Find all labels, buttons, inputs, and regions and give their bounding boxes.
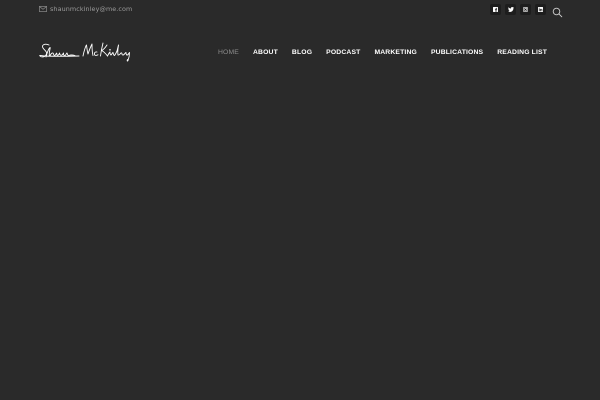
top-bar: shaunmckinley@me.com — [0, 0, 600, 20]
twitter-button[interactable] — [505, 4, 516, 15]
twitter-icon — [507, 7, 514, 12]
linkedin-icon — [538, 7, 543, 12]
nav-item-home[interactable]: HOME — [218, 47, 239, 59]
nav-item-about[interactable]: ABOUT — [253, 47, 278, 59]
linkedin-button[interactable] — [535, 4, 546, 15]
search-icon — [552, 3, 563, 22]
instagram-button[interactable] — [520, 4, 531, 15]
signature-logo-image — [39, 42, 130, 62]
facebook-button[interactable] — [490, 4, 501, 15]
facebook-icon — [493, 7, 498, 12]
page: shaunmckinley@me.com HOME ABOUT BLOG POD… — [0, 0, 600, 400]
social-links — [490, 4, 546, 15]
email-text: shaunmckinley@me.com — [50, 5, 133, 13]
nav-item-podcast[interactable]: PODCAST — [326, 47, 360, 59]
search-button[interactable] — [552, 3, 563, 18]
instagram-icon — [523, 7, 528, 12]
email-link[interactable]: shaunmckinley@me.com — [39, 4, 132, 14]
main-navigation: HOME ABOUT BLOG PODCAST MARKETING PUBLIC… — [218, 47, 547, 59]
nav-item-reading-list[interactable]: READING LIST — [497, 47, 547, 59]
nav-item-publications[interactable]: PUBLICATIONS — [431, 47, 483, 59]
nav-item-blog[interactable]: BLOG — [292, 47, 312, 59]
site-logo[interactable] — [39, 41, 133, 63]
nav-item-marketing[interactable]: MARKETING — [374, 47, 417, 59]
envelope-icon — [39, 6, 47, 12]
